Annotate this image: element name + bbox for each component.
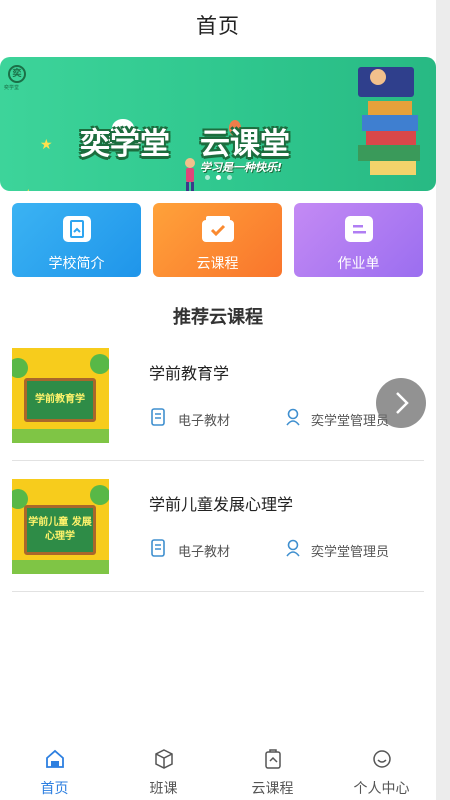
course-material-type: 电子教材 — [178, 414, 231, 429]
tab-home[interactable]: 首页 — [0, 740, 109, 800]
carousel-dot[interactable] — [227, 175, 232, 180]
smiley-icon — [372, 750, 391, 768]
bottom-tab-bar: 首页 班课 云课程 个人中心 — [0, 740, 436, 800]
carousel-dot[interactable] — [205, 175, 210, 180]
page-title: 首页 — [196, 14, 240, 38]
star-decoration: ★ — [22, 187, 35, 191]
nav-cloud-course-label: 云课程 — [196, 256, 239, 272]
tab-cloud-course[interactable]: 云课程 — [218, 740, 327, 800]
tree-decoration — [90, 354, 109, 374]
tree-decoration — [12, 358, 28, 378]
user-icon — [286, 408, 300, 426]
nav-homework[interactable]: 作业单 — [294, 203, 423, 277]
course-title: 学前儿童发展心理学 — [149, 495, 294, 514]
chalkboard: 学前儿童 发展心理学 — [24, 505, 96, 555]
tab-cloud-course-label: 云课程 — [251, 781, 294, 797]
document-lines-icon — [344, 216, 373, 242]
chevron-right-icon — [396, 392, 409, 414]
nav-cloud-course[interactable]: 云课程 — [153, 203, 282, 277]
banner-headline-left: 奕学堂 — [80, 127, 170, 162]
banner-slogan: 学习是一种快乐! — [200, 161, 283, 174]
carousel-indicator — [205, 175, 232, 180]
books-illustration-icon — [358, 67, 420, 175]
nav-school-intro-label: 学校简介 — [48, 256, 105, 272]
nav-homework-label: 作业单 — [337, 256, 380, 272]
star-decoration: ★ — [40, 137, 53, 153]
course-material-type: 电子教材 — [178, 545, 231, 560]
nav-school-intro[interactable]: 学校简介 — [12, 203, 141, 277]
brand-logo-caption: 奕学堂 — [4, 85, 20, 91]
grass-decoration — [12, 429, 109, 443]
banner-headline-right: 云课堂 — [200, 127, 290, 162]
brand-logo: 奕 — [8, 65, 26, 83]
book-icon — [62, 216, 91, 242]
tree-decoration — [90, 485, 109, 505]
course-item[interactable]: 学前儿童 发展心理学 学前儿童发展心理学 电子教材 奕学堂管理员 — [12, 461, 424, 592]
document-icon — [151, 539, 165, 557]
tab-home-label: 首页 — [40, 781, 69, 797]
app-screen: 首页 奕 奕学堂 ★ ★ ★ ★ ★ 奕学堂 云课堂 学习是一种快乐! — [0, 0, 436, 800]
clipboard-icon — [264, 749, 281, 769]
cube-icon — [154, 749, 173, 769]
tab-class[interactable]: 班课 — [109, 740, 218, 800]
course-thumbnail-text: 学前教育学 — [35, 394, 85, 405]
user-icon — [286, 539, 300, 557]
home-icon — [45, 749, 64, 768]
chalkboard: 学前教育学 — [24, 378, 96, 422]
course-thumbnail-text: 学前儿童 发展心理学 — [28, 517, 92, 542]
checkbox-box-icon — [201, 216, 234, 242]
course-item[interactable]: 学前教育学 学前教育学 电子教材 奕学堂管理员 — [12, 330, 424, 461]
tab-profile[interactable]: 个人中心 — [327, 740, 436, 800]
section-title: 推荐云课程 — [173, 307, 263, 328]
course-thumbnail: 学前教育学 — [12, 348, 109, 443]
course-title: 学前教育学 — [149, 364, 230, 383]
child-figure-icon — [185, 158, 195, 191]
course-thumbnail: 学前儿童 发展心理学 — [12, 479, 109, 574]
next-button[interactable] — [376, 378, 426, 428]
grass-decoration — [12, 560, 109, 574]
tab-profile-label: 个人中心 — [353, 781, 410, 797]
scrollbar[interactable] — [436, 0, 450, 800]
banner-carousel[interactable]: 奕 奕学堂 ★ ★ ★ ★ ★ 奕学堂 云课堂 学习是一种快乐! — [0, 57, 436, 191]
course-author: 奕学堂管理员 — [311, 545, 390, 560]
document-icon — [151, 408, 165, 426]
carousel-dot[interactable] — [216, 175, 221, 180]
tab-class-label: 班课 — [149, 781, 178, 797]
